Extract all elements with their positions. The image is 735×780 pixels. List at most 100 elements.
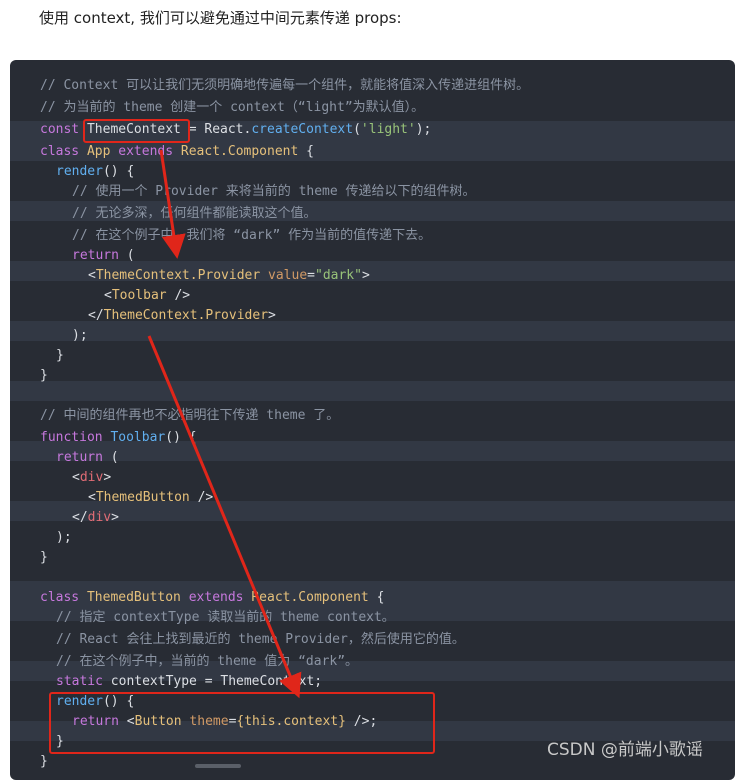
code-text: { (368, 590, 385, 605)
comment: // 在这个例子中，我们将 “dark” 作为当前的值传递下去。 (72, 228, 432, 243)
code-line-1: // Context 可以让我们无须明确地传遍每一个组件，就能将值深入传递进组件… (40, 76, 735, 96)
code-text: () { (165, 430, 197, 445)
code-text: ( (118, 248, 135, 263)
jsx-tag: Button (134, 714, 182, 729)
code-text: = React. (180, 122, 252, 137)
code-line-2: // 为当前的 theme 创建一个 context（“light”为默认值）。 (40, 98, 735, 118)
code-line-21: <ThemedButton /> (88, 488, 735, 508)
keyword: static (56, 674, 103, 689)
code-line-31: render() { (56, 692, 735, 712)
jsx-tag: div (79, 470, 104, 485)
code-text: </ (72, 510, 88, 525)
keyword: return (72, 714, 119, 729)
code-line-11: <Toolbar /> (104, 286, 735, 306)
keyword: class (40, 590, 80, 605)
code-text: > (111, 510, 119, 525)
keyword: class (40, 144, 80, 159)
code-text: < (104, 288, 112, 303)
comment: // 使用一个 Provider 来将当前的 theme 传递给以下的组件树。 (72, 184, 476, 199)
comment: // 为当前的 theme 创建一个 context（“light”为默认值）。 (40, 100, 425, 115)
code-text: </ (88, 308, 104, 323)
code-text: < (88, 490, 96, 505)
function-name: createContext (251, 122, 354, 137)
code-line-17: // 中间的组件再也不必指明往下传递 theme 了。 (40, 406, 735, 426)
code-text: < (88, 268, 96, 283)
jsx-tag: Toolbar (111, 288, 167, 303)
code-text: () { (102, 164, 135, 179)
code-line-29: // 在这个例子中，当前的 theme 值为 “dark”。 (56, 652, 735, 672)
jsx-tag: ThemeContext.Provider (95, 268, 261, 283)
function-name: render (56, 694, 103, 709)
function-name: Toolbar (110, 430, 166, 445)
horizontal-scrollbar-thumb[interactable] (195, 764, 241, 768)
jsx-tag: div (87, 510, 112, 525)
code-text: < (118, 714, 135, 729)
jsx-tag: ThemeContext.Provider (103, 308, 269, 323)
string-literal: 'light' (360, 122, 416, 137)
code-line-22: </div> (72, 508, 735, 528)
code-line-26: class ThemedButton extends React.Compone… (40, 588, 735, 608)
code-text: () { (102, 694, 135, 709)
code-line-28: // React 会往上找到最近的 theme Provider，然后使用它的值… (56, 630, 735, 650)
keyword: extends (118, 144, 174, 159)
code-line-12: </ThemeContext.Provider> (88, 306, 735, 326)
code-line-13: ); (72, 328, 88, 343)
code-text: < (72, 470, 80, 485)
class-name: React.Component (251, 590, 369, 605)
identifier-themecontext: ThemeContext (86, 122, 181, 137)
keyword: function (40, 430, 103, 445)
code-text: contextType = ThemeContext; (102, 674, 323, 689)
function-name: render (56, 164, 103, 179)
code-line-9: return ( (72, 246, 735, 266)
code-line-18: function Toolbar() { (40, 428, 735, 448)
code-line-30: static contextType = ThemeContext; (56, 672, 735, 692)
class-name: React.Component (180, 144, 299, 159)
code-line-4: class App extends React.Component { (40, 142, 735, 162)
comment: // Context 可以让我们无须明确地传遍每一个组件，就能将值深入传递进组件… (40, 78, 530, 93)
code-text: ( (353, 122, 361, 137)
code-line-7: // 无论多深，任何组件都能读取这个值。 (72, 204, 735, 224)
code-text: = (307, 268, 315, 283)
code-text: ( (102, 450, 119, 465)
code-line-6: // 使用一个 Provider 来将当前的 theme 传递给以下的组件树。 (72, 182, 735, 202)
jsx-attr: theme (181, 714, 229, 729)
keyword: return (72, 248, 119, 263)
code-line-20: <div> (72, 468, 735, 488)
class-name: ThemedButton (86, 590, 181, 605)
code-text: ); (415, 122, 432, 137)
jsx-attr: value (260, 268, 308, 283)
string-literal: "dark" (315, 268, 362, 283)
comment: // React 会往上找到最近的 theme Provider，然后使用它的值… (56, 632, 465, 647)
code-line-15: } (40, 368, 48, 383)
code-block: // Context 可以让我们无须明确地传遍每一个组件，就能将值深入传递进组件… (10, 60, 735, 780)
code-line-19: return ( (56, 448, 735, 468)
code-text: > (103, 470, 112, 485)
keyword: return (56, 450, 103, 465)
keyword: extends (188, 590, 244, 605)
code-line-10: <ThemeContext.Provider value="dark"> (88, 266, 735, 286)
code-text: />; (345, 714, 378, 729)
code-line-23: ); (56, 530, 72, 545)
code-text: /> (166, 288, 191, 303)
comment: // 中间的组件再也不必指明往下传递 theme 了。 (40, 408, 340, 423)
keyword: const (40, 122, 80, 137)
code-line-32: return <Button theme={this.context} />; (72, 712, 735, 732)
comment: // 指定 contextType 读取当前的 theme context。 (56, 610, 395, 625)
code-text: > (268, 308, 276, 323)
code-line-14: } (56, 348, 64, 363)
comment: // 在这个例子中，当前的 theme 值为 “dark”。 (56, 654, 359, 669)
code-text: { (298, 144, 314, 159)
code-line-24: } (40, 550, 48, 565)
code-line-8: // 在这个例子中，我们将 “dark” 作为当前的值传递下去。 (72, 226, 735, 246)
class-name: App (86, 144, 111, 159)
intro-text: 使用 context, 我们可以避免通过中间元素传递 props: (39, 9, 402, 27)
code-line-3: const ThemeContext = React.createContext… (40, 120, 735, 140)
jsx-tag: ThemedButton (95, 490, 190, 505)
code-line-5: render() { (56, 162, 735, 182)
csdn-watermark: CSDN @前端小歌谣 (547, 740, 703, 760)
jsx-expression: {this.context} (236, 714, 346, 729)
code-text: > (361, 268, 370, 283)
comment: // 无论多深，任何组件都能读取这个值。 (72, 206, 317, 221)
code-text: /> (189, 490, 214, 505)
code-line-27: // 指定 contextType 读取当前的 theme context。 (56, 608, 735, 628)
